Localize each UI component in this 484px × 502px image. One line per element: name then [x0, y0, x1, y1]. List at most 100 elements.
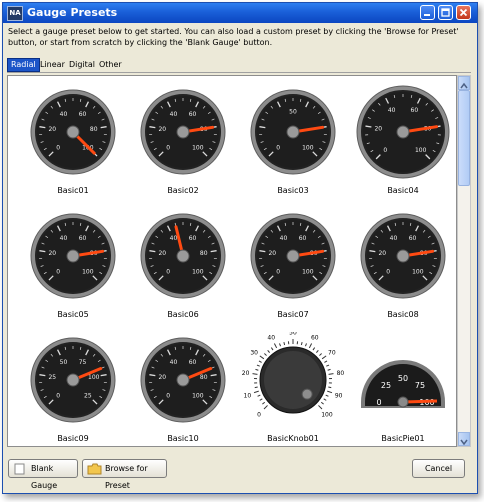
gauge-icon: 020406080100	[356, 85, 450, 179]
preset-label: BasicPie01	[381, 434, 425, 443]
svg-text:25: 25	[381, 381, 391, 390]
svg-text:100: 100	[412, 268, 424, 275]
svg-text:0: 0	[376, 398, 381, 407]
instructions-text: Select a gauge preset below to get start…	[8, 27, 459, 47]
dialog-footer: Blank Gauge Browse for Preset Cancel	[3, 453, 477, 490]
preset-basic04[interactable]: 020406080100Basic04	[348, 84, 456, 202]
svg-text:0: 0	[56, 392, 60, 399]
folder-icon	[87, 463, 102, 475]
svg-text:80: 80	[200, 250, 208, 257]
svg-text:40: 40	[280, 235, 288, 242]
svg-text:80: 80	[337, 370, 345, 377]
svg-text:20: 20	[158, 126, 166, 133]
preset-basicpie01[interactable]: 0255075100BasicPie01	[348, 332, 456, 446]
tab-divider	[7, 72, 471, 73]
svg-text:20: 20	[48, 126, 56, 133]
svg-text:40: 40	[170, 359, 178, 366]
svg-text:40: 40	[60, 235, 68, 242]
scroll-down-button[interactable]	[458, 432, 470, 446]
preset-label: Basic10	[167, 434, 199, 443]
svg-text:10: 10	[244, 392, 252, 399]
close-icon	[459, 8, 468, 17]
svg-text:0: 0	[257, 411, 261, 418]
svg-text:0: 0	[276, 144, 280, 151]
svg-text:0: 0	[166, 268, 170, 275]
tab-digital[interactable]: Digital	[66, 58, 98, 72]
svg-text:20: 20	[48, 250, 56, 257]
preset-basic07[interactable]: 020406080100Basic07	[238, 208, 348, 326]
svg-text:80: 80	[200, 374, 208, 381]
svg-text:60: 60	[79, 111, 87, 118]
title-bar[interactable]: NA Gauge Presets	[3, 3, 477, 23]
gauge-icon: 020406080100	[30, 89, 116, 175]
svg-text:100: 100	[321, 411, 333, 418]
gauge-icon: 020406080100	[30, 213, 116, 299]
chevron-down-icon	[460, 439, 468, 446]
minimize-button[interactable]	[420, 5, 435, 20]
cancel-button[interactable]: Cancel	[412, 459, 465, 478]
preset-label: Basic02	[167, 186, 199, 195]
maximize-button[interactable]	[438, 5, 453, 20]
svg-text:100: 100	[192, 392, 204, 399]
gauge-presets-window: NA Gauge Presets Select a gauge preset b…	[2, 2, 478, 494]
scroll-thumb[interactable]	[458, 90, 470, 186]
svg-text:60: 60	[299, 235, 307, 242]
svg-text:100: 100	[88, 374, 100, 381]
svg-text:50: 50	[289, 109, 297, 116]
blank-page-icon	[14, 463, 25, 475]
preset-basic01[interactable]: 020406080100 Basic01	[18, 84, 128, 202]
svg-text:60: 60	[79, 235, 87, 242]
svg-text:20: 20	[374, 126, 382, 133]
window-title: Gauge Presets	[27, 6, 118, 19]
svg-text:0: 0	[166, 392, 170, 399]
svg-text:75: 75	[79, 359, 87, 366]
tab-other[interactable]: Other	[96, 58, 125, 72]
svg-text:60: 60	[311, 335, 319, 342]
browse-preset-button[interactable]: Browse for Preset	[82, 459, 167, 490]
preset-basic09[interactable]: 0 25 50 75 100 25 Basic09	[18, 332, 128, 446]
svg-text:60: 60	[411, 107, 419, 114]
preset-basic02[interactable]: 020406080100Basic02	[128, 84, 238, 202]
tab-radial[interactable]: Radial	[7, 58, 40, 72]
gallery-scrollbar[interactable]	[457, 75, 471, 447]
svg-text:90: 90	[335, 392, 343, 399]
svg-text:20: 20	[158, 374, 166, 381]
svg-text:20: 20	[268, 250, 276, 257]
preset-label: Basic09	[57, 434, 89, 443]
svg-text:70: 70	[328, 349, 336, 356]
preset-label: Basic05	[57, 310, 89, 319]
svg-text:50: 50	[60, 359, 68, 366]
svg-text:100: 100	[192, 144, 204, 151]
preset-basic10[interactable]: 0 20 40 60 80 100 Basic10	[128, 332, 238, 446]
preset-label: Basic01	[57, 186, 89, 195]
svg-text:20: 20	[158, 250, 166, 257]
svg-text:0: 0	[276, 268, 280, 275]
preset-basic08[interactable]: 020406080100Basic08	[348, 208, 456, 326]
svg-text:40: 40	[390, 235, 398, 242]
svg-text:60: 60	[189, 111, 197, 118]
preset-basic03[interactable]: 0 50 100 Basic03	[238, 84, 348, 202]
blank-gauge-label: Blank Gauge	[31, 464, 58, 490]
preset-basic06[interactable]: 0 20 40 60 80 100 Basic06	[128, 208, 238, 326]
svg-text:100: 100	[415, 147, 427, 154]
svg-text:20: 20	[242, 370, 250, 377]
tab-linear[interactable]: Linear	[37, 58, 68, 72]
preset-label: Basic08	[387, 310, 419, 319]
svg-text:60: 60	[189, 359, 197, 366]
preset-gallery: 020406080100Basic01020406080100Basic0205…	[7, 75, 457, 447]
gauge-icon: 0 20 40 60 80 100	[140, 337, 226, 423]
svg-text:50: 50	[398, 374, 408, 383]
scroll-up-button[interactable]	[458, 76, 470, 90]
svg-text:25: 25	[84, 392, 92, 399]
close-button[interactable]	[456, 5, 471, 20]
svg-text:100: 100	[192, 268, 204, 275]
preset-basic05[interactable]: 020406080100Basic05	[18, 208, 128, 326]
svg-text:0: 0	[56, 268, 60, 275]
svg-text:75: 75	[415, 381, 425, 390]
svg-text:100: 100	[302, 144, 314, 151]
blank-gauge-button[interactable]: Blank Gauge	[8, 459, 78, 490]
preset-basicknob01[interactable]: 0 10 20 30 40 50 60 70 80 90 100 BasicKnob01	[238, 332, 348, 446]
svg-text:0: 0	[383, 147, 387, 154]
svg-text:25: 25	[48, 374, 56, 381]
preset-label: BasicKnob01	[267, 434, 319, 443]
